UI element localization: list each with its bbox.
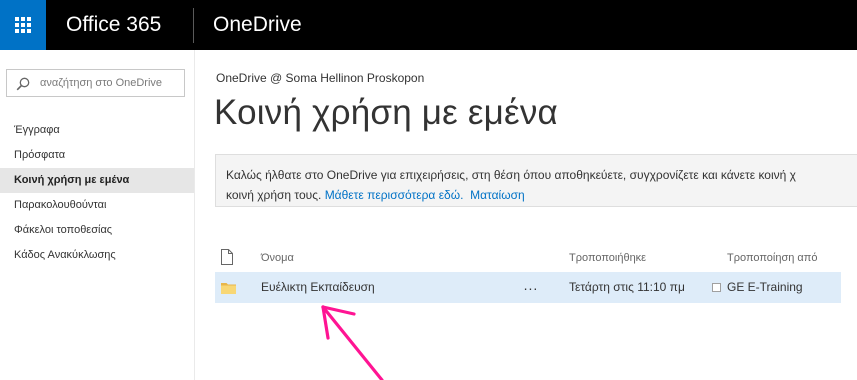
nav-item-followed[interactable]: Παρακολουθούνται: [0, 193, 194, 218]
nav-item-recycle-bin[interactable]: Κάδος Ανακύκλωσης: [0, 243, 194, 268]
learn-more-link[interactable]: Μάθετε περισσότερα εδώ.: [325, 188, 464, 202]
breadcrumb[interactable]: OneDrive @ Soma Hellinon Proskopon: [216, 71, 424, 85]
nav-item-documents[interactable]: Έγγραφα: [0, 118, 194, 143]
app-title[interactable]: OneDrive: [213, 12, 302, 38]
row-checkbox[interactable]: [712, 283, 721, 292]
column-header-name[interactable]: Όνομα: [261, 252, 294, 264]
banner-text: Καλώς ήλθατε στο OneDrive για επιχειρήσε…: [226, 168, 796, 182]
nav-item-recent[interactable]: Πρόσφατα: [0, 143, 194, 168]
page-title: Κοινή χρήση με εμένα: [214, 93, 558, 132]
dismiss-link[interactable]: Ματαίωση: [470, 188, 525, 202]
left-navigation: Έγγραφα Πρόσφατα Κοινή χρήση με εμένα Πα…: [0, 50, 195, 380]
nav-item-site-folders[interactable]: Φάκελοι τοποθεσίας: [0, 218, 194, 243]
file-list-header: Όνομα Τροποποιήθηκε Τροποποίηση από: [215, 247, 841, 269]
folder-icon: [221, 283, 236, 294]
suite-title[interactable]: Office 365: [66, 12, 161, 38]
document-icon[interactable]: [220, 249, 234, 265]
more-options-button[interactable]: ...: [519, 278, 543, 296]
column-header-modified-by[interactable]: Τροποποίηση από: [727, 252, 817, 264]
file-modified-date: Τετάρτη στις 11:10 πμ: [569, 280, 685, 294]
app-launcher-button[interactable]: [0, 0, 46, 50]
file-row[interactable]: Ευέλικτη Εκπαίδευση ... Τετάρτη στις 11:…: [215, 272, 841, 303]
search-box[interactable]: [6, 69, 185, 97]
banner-text-end: κοινή χρήση τους.: [226, 188, 322, 202]
file-name-link[interactable]: Ευέλικτη Εκπαίδευση: [261, 280, 375, 294]
nav-list: Έγγραφα Πρόσφατα Κοινή χρήση με εμένα Πα…: [0, 118, 194, 268]
suite-bar: Office 365 OneDrive: [0, 0, 857, 50]
annotation-arrow-icon: [321, 305, 384, 380]
nav-item-shared-with-me[interactable]: Κοινή χρήση με εμένα: [0, 168, 194, 193]
waffle-icon: [15, 17, 31, 33]
search-icon: [16, 77, 30, 91]
file-modified-by: GE E-Training: [727, 280, 803, 294]
column-header-modified[interactable]: Τροποποιήθηκε: [569, 252, 646, 264]
welcome-banner: Καλώς ήλθατε στο OneDrive για επιχειρήσε…: [215, 154, 857, 207]
suite-divider: [193, 8, 194, 43]
search-input[interactable]: [40, 70, 182, 96]
banner-text-continued: κοινή χρήση τους. Μάθετε περισσότερα εδώ…: [226, 185, 857, 205]
